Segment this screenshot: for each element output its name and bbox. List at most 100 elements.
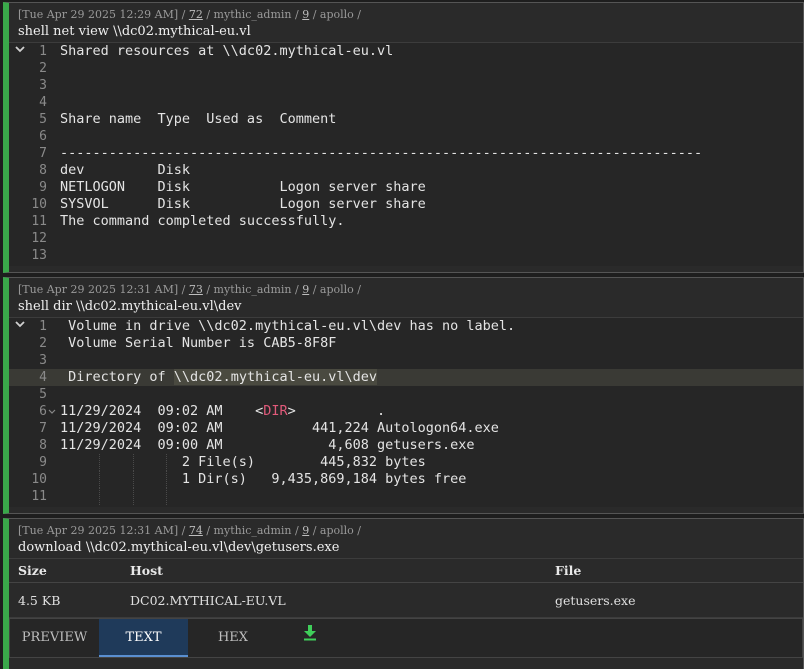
task-meta: [Tue Apr 29 2025 12:31 AM] / 73 / mythic…	[18, 283, 362, 296]
line-text: Shared resources at \\dc02.mythical-eu.v…	[60, 43, 394, 59]
line-number: 7	[39, 421, 47, 436]
download-table: Size Host File 4.5 KB DC02.MYTHICAL-EU.V…	[9, 558, 803, 618]
line-number: 1	[39, 44, 47, 59]
editor-line: 5	[9, 386, 803, 403]
line-number: 8	[39, 163, 47, 178]
line-number: 9	[39, 455, 47, 470]
line-text: The command completed successfully.	[60, 213, 345, 229]
line-number: 1	[39, 319, 47, 334]
column-host: Host	[121, 558, 546, 583]
editor-line: 6 11/29/2024 09:02 AM <DIR> .	[9, 403, 803, 420]
task-id-link[interactable]: 74	[189, 524, 203, 537]
line-number: 5	[39, 112, 47, 127]
task-meta: [Tue Apr 29 2025 12:29 AM] / 72 / mythic…	[18, 8, 362, 21]
selected-text: \\dc02.mythical-eu.vl\dev	[173, 369, 377, 385]
table-row: 4.5 KB DC02.MYTHICAL-EU.VL getusers.exe	[9, 582, 803, 618]
task-id-link[interactable]: 73	[189, 283, 203, 296]
line-text-part: Directory of	[60, 369, 174, 385]
cell-host: DC02.MYTHICAL-EU.VL	[121, 582, 546, 618]
column-file: File	[546, 558, 803, 583]
line-number: 13	[31, 248, 47, 263]
output-editor[interactable]: 1 Shared resources at \\dc02.mythical-eu.…	[9, 42, 803, 266]
task-host: apollo	[319, 524, 354, 537]
line-number: 6	[39, 404, 47, 419]
editor-line: 12	[9, 230, 803, 247]
editor-line: 8 dev Disk	[9, 162, 803, 179]
line-number: 11	[31, 214, 47, 229]
task-user: mythic_admin	[213, 524, 292, 537]
line-number: 10	[31, 197, 47, 212]
editor-line: 3	[9, 77, 803, 94]
line-text: ----------------------------------------…	[60, 145, 703, 161]
editor-line: 6	[9, 128, 803, 145]
task-date: [Tue Apr 29 2025 12:29 AM]	[18, 8, 179, 21]
line-text: 11/29/2024 09:00 AM 4,608 getusers.exe	[60, 437, 475, 453]
task-74: [Tue Apr 29 2025 12:31 AM] / 74 / mythic…	[3, 518, 804, 669]
line-number: 9	[39, 180, 47, 195]
line-number: 3	[39, 353, 47, 368]
task-73: [Tue Apr 29 2025 12:31 AM] / 73 / mythic…	[3, 277, 804, 514]
editor-line: 9 NETLOGON Disk Logon server share	[9, 179, 803, 196]
editor-line: 10 SYSVOL Disk Logon server share	[9, 196, 803, 213]
line-number: 3	[39, 78, 47, 93]
line-text: 11/29/2024 09:02 AM <DIR> .	[60, 403, 385, 420]
line-number: 6	[39, 129, 47, 144]
editor-line: 9 2 File(s) 445,832 bytes	[9, 454, 803, 471]
line-text: Directory of \\dc02.mythical-eu.vl\dev	[60, 369, 377, 386]
line-number: 7	[39, 146, 47, 161]
editor-line: 2 Volume Serial Number is CAB5-8F8F	[9, 335, 803, 352]
editor-line: 1 Shared resources at \\dc02.mythical-eu.…	[9, 43, 803, 60]
editor-line: 3	[9, 352, 803, 369]
callback-link[interactable]: 9	[302, 524, 309, 537]
dir-tag: DIR	[263, 403, 288, 419]
task-meta: [Tue Apr 29 2025 12:31 AM] / 74 / mythic…	[18, 524, 362, 537]
column-size: Size	[9, 558, 121, 583]
tab-preview[interactable]: PREVIEW	[10, 619, 99, 655]
task-host: apollo	[319, 283, 354, 296]
editor-line: 7 ---------------------------------------…	[9, 145, 803, 162]
line-text: SYSVOL Disk Logon server share	[60, 196, 426, 212]
task-command: shell net view \\dc02.mythical-eu.vl	[18, 24, 251, 39]
line-text: Share name Type Used as Comment	[60, 111, 337, 127]
task-id-link[interactable]: 72	[189, 8, 203, 21]
callback-link[interactable]: 9	[302, 8, 309, 21]
editor-line: 11 The command completed successfully.	[9, 213, 803, 230]
line-text: NETLOGON Disk Logon server share	[60, 179, 426, 195]
line-number: 10	[31, 472, 47, 487]
line-number: 2	[39, 336, 47, 351]
line-text: Volume in drive \\dc02.mythical-eu.vl\de…	[60, 318, 516, 334]
line-number: 11	[31, 489, 47, 504]
editor-line: 13	[9, 247, 803, 264]
line-number: 4	[39, 370, 47, 385]
output-editor[interactable]: 1 Volume in drive \\dc02.mythical-eu.vl\…	[9, 317, 803, 507]
line-text: dev Disk	[60, 162, 191, 178]
editor-line: 8 11/29/2024 09:00 AM 4,608 getusers.exe	[9, 437, 803, 454]
editor-line: 10 1 Dir(s) 9,435,869,184 bytes free	[9, 471, 803, 488]
editor-line: 11	[9, 488, 803, 505]
tab-hex[interactable]: HEX	[188, 619, 278, 655]
task-72: [Tue Apr 29 2025 12:29 AM] / 72 / mythic…	[3, 2, 804, 273]
line-text-part: 11/29/2024 09:02 AM <	[60, 403, 264, 419]
line-text: 1 Dir(s) 9,435,869,184 bytes free	[60, 471, 467, 487]
callback-link[interactable]: 9	[302, 283, 309, 296]
indent-guide	[99, 488, 101, 505]
task-host: apollo	[319, 8, 354, 21]
download-icon[interactable]	[303, 625, 317, 645]
indent-guide	[166, 488, 168, 505]
task-command: shell dir \\dc02.mythical-eu.vl\dev	[18, 299, 242, 314]
task-date: [Tue Apr 29 2025 12:31 AM]	[18, 524, 179, 537]
line-number: 5	[39, 387, 47, 402]
editor-line: 4 Directory of \\dc02.mythical-eu.vl\dev	[9, 369, 803, 386]
task-user: mythic_admin	[213, 8, 292, 21]
tab-text[interactable]: TEXT	[99, 619, 188, 657]
task-user: mythic_admin	[213, 283, 292, 296]
line-number: 4	[39, 95, 47, 110]
line-number: 8	[39, 438, 47, 453]
line-text-part: > .	[287, 403, 386, 419]
cell-file[interactable]: getusers.exe	[546, 582, 803, 618]
editor-line: 4	[9, 94, 803, 111]
cell-size: 4.5 KB	[9, 582, 121, 618]
task-command: download \\dc02.mythical-eu.vl\dev\getus…	[18, 540, 340, 555]
line-text: Volume Serial Number is CAB5-8F8F	[60, 335, 337, 351]
indent-guide	[133, 488, 135, 505]
